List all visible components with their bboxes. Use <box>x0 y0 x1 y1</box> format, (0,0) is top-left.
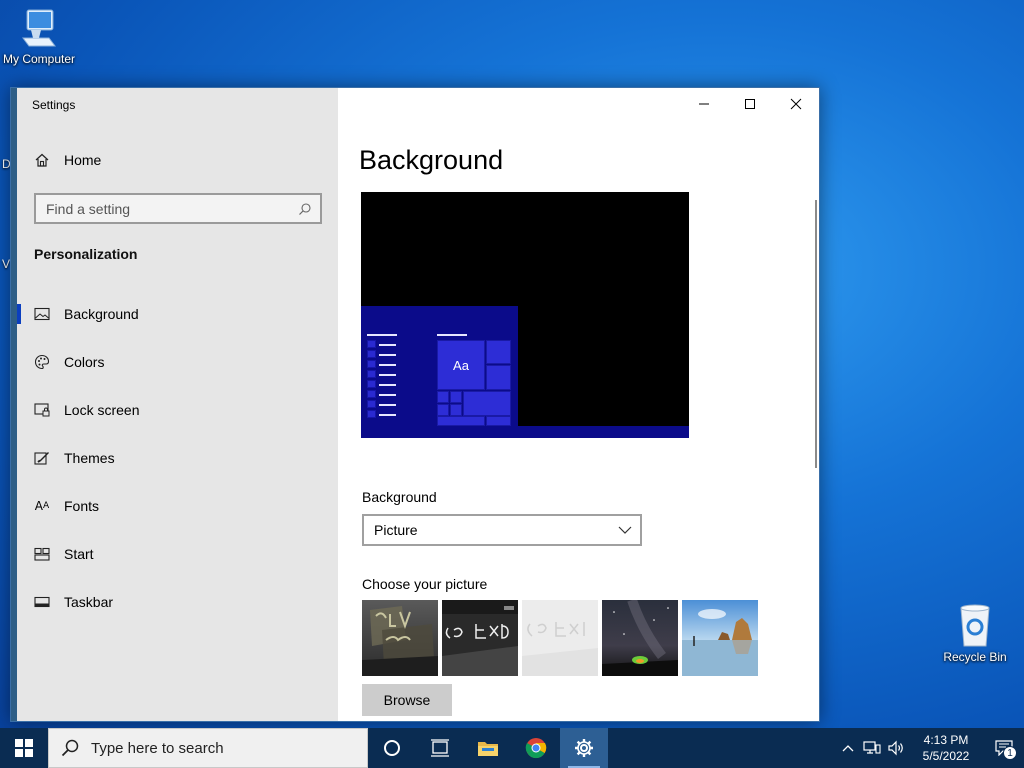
picture-thumbnail-5[interactable] <box>682 600 758 676</box>
nav-item-colors[interactable]: Colors <box>17 338 338 386</box>
home-link[interactable]: Home <box>34 152 101 168</box>
nav-label: Themes <box>64 450 115 466</box>
my-computer-label: My Computer <box>2 52 76 66</box>
chrome-icon <box>525 738 547 759</box>
background-type-label: Background <box>362 489 437 505</box>
clock-date: 5/5/2022 <box>922 749 970 763</box>
recycle-bin-desktop-icon[interactable]: Recycle Bin <box>930 602 1020 664</box>
task-view-icon <box>431 739 449 757</box>
background-type-dropdown[interactable]: Picture <box>362 514 642 546</box>
taskbar-clock[interactable]: 4:13 PM 5/5/2022 <box>908 732 984 764</box>
picture-icon <box>34 306 50 322</box>
personalization-nav: Background Colors Lock screen Themes A A… <box>17 290 338 626</box>
nav-label: Fonts <box>64 498 100 514</box>
network-icon <box>863 741 881 754</box>
find-setting-input[interactable] <box>46 200 276 217</box>
picture-thumbnail-3[interactable] <box>522 600 598 676</box>
picture-thumbnail-1[interactable] <box>362 600 438 676</box>
cortana-circle-icon <box>384 740 400 756</box>
nav-label: Colors <box>64 354 105 370</box>
notification-count-badge: 1 <box>1003 746 1017 760</box>
minimize-button[interactable] <box>681 88 727 120</box>
nav-item-fonts[interactable]: AA Fonts <box>17 482 338 530</box>
windows-logo-icon <box>15 739 33 757</box>
nav-item-taskbar[interactable]: Taskbar <box>17 578 338 626</box>
page-title: Background <box>359 145 504 175</box>
home-label: Home <box>64 152 102 168</box>
windows-taskbar: Type here to search 4:13 PM 5/5/2022 1 <box>0 728 1024 768</box>
window-title: Settings <box>32 98 76 112</box>
nav-label: Start <box>64 546 94 562</box>
file-explorer-icon <box>478 742 498 756</box>
picture-thumbnail-4[interactable] <box>602 600 678 676</box>
nav-label: Background <box>64 306 139 322</box>
nav-item-themes[interactable]: Themes <box>17 434 338 482</box>
background-preview: Aa <box>361 192 689 438</box>
recent-pictures <box>362 600 758 676</box>
window-controls <box>681 88 819 120</box>
nav-item-background[interactable]: Background <box>17 290 338 338</box>
taskbar-search-box[interactable]: Type here to search <box>48 728 368 768</box>
settings-sidebar: Settings Home Personalization Background <box>17 88 338 721</box>
taskbar-search-placeholder: Type here to search <box>91 739 224 757</box>
preview-taskbar <box>361 426 689 438</box>
file-explorer-button[interactable] <box>464 728 512 768</box>
settings-content: Background Aa Background Picture Choose … <box>338 88 819 721</box>
choose-picture-label: Choose your picture <box>362 576 488 592</box>
recycle-bin-icon <box>960 604 990 647</box>
chrome-button[interactable] <box>512 728 560 768</box>
nav-item-lock-screen[interactable]: Lock screen <box>17 386 338 434</box>
cortana-button[interactable] <box>368 728 416 768</box>
computer-icon <box>22 9 56 47</box>
settings-taskbar-button[interactable] <box>560 728 608 768</box>
clock-time: 4:13 PM <box>923 733 969 747</box>
nav-item-start[interactable]: Start <box>17 530 338 578</box>
task-view-button[interactable] <box>416 728 464 768</box>
taskbar-icon <box>34 594 50 610</box>
close-button[interactable] <box>773 88 819 120</box>
close-icon <box>790 98 802 110</box>
volume-button[interactable] <box>884 728 908 768</box>
section-heading: Personalization <box>34 246 138 262</box>
start-icon <box>34 546 50 562</box>
preview-tile-sample: Aa <box>437 340 485 390</box>
settings-window: Settings Home Personalization Background <box>10 87 820 722</box>
gear-icon <box>575 739 593 757</box>
home-icon <box>35 153 49 167</box>
maximize-button[interactable] <box>727 88 773 120</box>
chevron-down-icon <box>618 526 632 534</box>
minimize-icon <box>699 103 709 105</box>
search-icon <box>61 739 79 757</box>
system-tray: 4:13 PM 5/5/2022 1 <box>836 728 1024 768</box>
recycle-bin-label: Recycle Bin <box>943 650 1007 664</box>
find-setting-search[interactable] <box>34 193 322 224</box>
show-hidden-icons-button[interactable] <box>836 728 860 768</box>
fonts-icon: AA <box>34 499 50 513</box>
preview-start-menu: Aa <box>361 306 518 426</box>
chevron-up-icon <box>842 745 854 752</box>
network-button[interactable] <box>860 728 884 768</box>
picture-thumbnail-2[interactable] <box>442 600 518 676</box>
desktop-icon-fragment: V <box>2 257 11 271</box>
lock-screen-icon <box>34 402 50 418</box>
speaker-icon <box>888 740 903 756</box>
themes-icon <box>34 450 50 466</box>
my-computer-desktop-icon[interactable]: My Computer <box>0 8 84 66</box>
content-scrollbar[interactable] <box>815 200 817 468</box>
palette-icon <box>34 354 50 370</box>
nav-label: Lock screen <box>64 402 140 418</box>
maximize-icon <box>745 99 755 109</box>
nav-label: Taskbar <box>64 594 114 610</box>
dropdown-value: Picture <box>374 522 418 538</box>
action-center-button[interactable]: 1 <box>984 728 1024 768</box>
search-icon <box>299 202 311 215</box>
start-button[interactable] <box>0 728 48 768</box>
browse-button[interactable]: Browse <box>362 684 452 716</box>
